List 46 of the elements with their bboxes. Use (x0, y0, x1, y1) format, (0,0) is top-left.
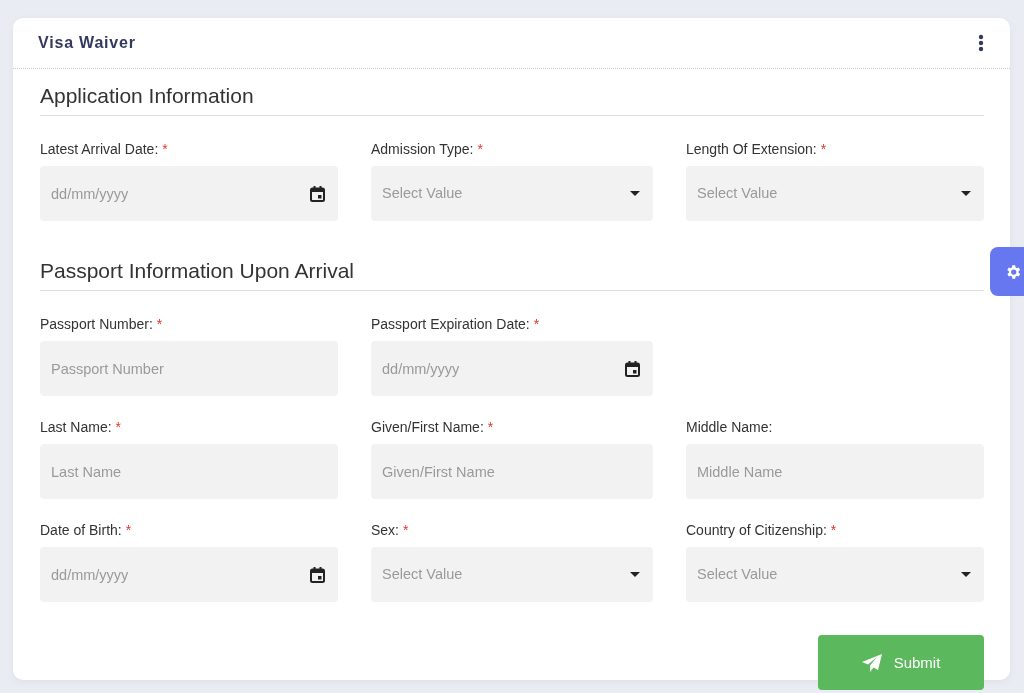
required-mark: * (820, 140, 827, 160)
caret-icon (961, 191, 971, 197)
date-field[interactable]: dd/mm/yyyy (40, 166, 338, 222)
date-field[interactable]: dd/mm/yyyy (371, 341, 653, 397)
input-field[interactable]: Given/First Name (371, 444, 653, 500)
more-options-icon[interactable] (978, 34, 984, 52)
field-label: Latest Arrival Date: (40, 140, 159, 160)
select-field[interactable]: Select Value (371, 166, 653, 222)
field-label: Passport Expiration Date: (371, 315, 530, 335)
input-field[interactable]: Last Name (40, 444, 338, 500)
field-label: Admission Type: (371, 140, 474, 160)
select-field[interactable]: Select Value (686, 166, 984, 222)
required-mark: * (125, 521, 132, 541)
required-mark: * (162, 140, 168, 160)
field-label: Middle Name: (686, 418, 773, 438)
caret-icon (630, 191, 640, 197)
required-mark: * (830, 521, 837, 541)
input-field[interactable]: Middle Name (686, 444, 984, 500)
settings-button[interactable] (990, 247, 1024, 296)
required-mark: * (115, 418, 122, 438)
date-field[interactable]: dd/mm/yyyy (40, 547, 338, 603)
required-mark: * (156, 315, 163, 335)
required-mark: * (533, 315, 540, 335)
calendar-icon (310, 566, 325, 583)
calendar-icon (625, 360, 640, 377)
field-label: Last Name: (40, 418, 112, 438)
submit-button[interactable]: Submit (818, 635, 984, 691)
field-label: Passport Number: (40, 315, 153, 335)
section-title: Application Information (40, 83, 984, 117)
calendar-icon (310, 185, 325, 202)
field-label: Given/First Name: (371, 418, 484, 438)
card-title: Visa Waiver (38, 33, 136, 53)
paper-plane-icon (861, 653, 882, 672)
required-mark: * (477, 140, 483, 160)
caret-icon (961, 572, 971, 578)
input-field[interactable]: Passport Number (40, 341, 338, 397)
required-mark: * (487, 418, 494, 438)
field-label: Country of Citizenship: (686, 521, 827, 541)
field-label: Sex: (371, 521, 399, 541)
select-field[interactable]: Select Value (686, 547, 984, 603)
select-field[interactable]: Select Value (371, 547, 653, 603)
caret-icon (630, 572, 640, 578)
required-mark: * (403, 521, 409, 541)
field-label: Date of Birth: (40, 521, 122, 541)
field-label: Length Of Extension: (686, 140, 817, 160)
section-title: Passport Information Upon Arrival (40, 258, 984, 292)
